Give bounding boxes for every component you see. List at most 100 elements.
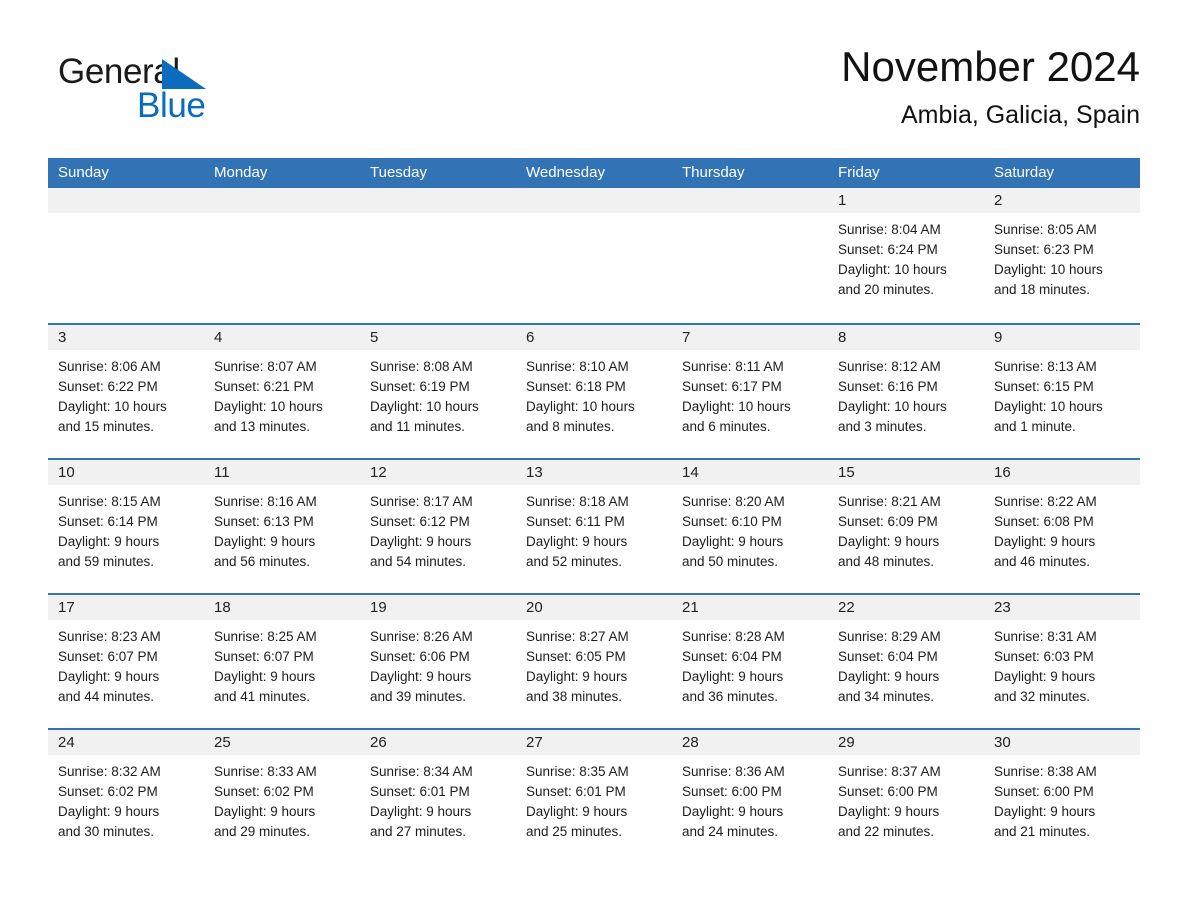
day-detail-line: Sunset: 6:23 PM	[994, 242, 1094, 257]
day-cell-23[interactable]: 23 Sunrise: 8:31 AM Sunset: 6:03 PM Dayligh…	[984, 595, 1140, 728]
day-detail-line: Sunset: 6:02 PM	[58, 784, 158, 799]
day-number-band: 24	[48, 730, 204, 755]
day-cell-25[interactable]: 25 Sunrise: 8:33 AM Sunset: 6:02 PM Dayligh…	[204, 730, 360, 863]
day-number-band: 4	[204, 325, 360, 350]
day-number-band: 6	[516, 325, 672, 350]
day-cell-3[interactable]: 3 Sunrise: 8:06 AM Sunset: 6:22 PM Daylight…	[48, 325, 204, 458]
day-number: 7	[682, 329, 691, 346]
calendar-week-row: 24 Sunrise: 8:32 AM Sunset: 6:02 PM Dayligh…	[48, 728, 1140, 863]
day-detail-line: Sunrise: 8:33 AM	[214, 764, 317, 779]
day-number-band: 22	[828, 595, 984, 620]
day-number: 8	[838, 329, 847, 346]
day-detail-line: Sunrise: 8:17 AM	[370, 494, 473, 509]
day-details	[204, 213, 360, 220]
day-detail-line: Daylight: 10 hours	[214, 399, 323, 414]
day-cell-21[interactable]: 21 Sunrise: 8:28 AM Sunset: 6:04 PM Dayligh…	[672, 595, 828, 728]
day-cell-30[interactable]: 30 Sunrise: 8:38 AM Sunset: 6:00 PM Dayligh…	[984, 730, 1140, 863]
calendar-week-row: 17 Sunrise: 8:23 AM Sunset: 6:07 PM Dayligh…	[48, 593, 1140, 728]
day-detail-line: Daylight: 9 hours	[838, 669, 940, 684]
day-cell-10[interactable]: 10 Sunrise: 8:15 AM Sunset: 6:14 PM Dayligh…	[48, 460, 204, 593]
day-detail-line: and 34 minutes.	[838, 689, 935, 704]
day-cell-8[interactable]: 8 Sunrise: 8:12 AM Sunset: 6:16 PM Daylight…	[828, 325, 984, 458]
day-number-band: 21	[672, 595, 828, 620]
weekday-header-tuesday: Tuesday	[370, 164, 427, 181]
day-detail-line: Daylight: 9 hours	[838, 804, 940, 819]
day-details: Sunrise: 8:15 AM Sunset: 6:14 PM Daylight:…	[48, 485, 204, 572]
day-number: 6	[526, 329, 535, 346]
day-details: Sunrise: 8:34 AM Sunset: 6:01 PM Daylight:…	[360, 755, 516, 842]
day-detail-line: Sunset: 6:00 PM	[994, 784, 1094, 799]
day-details: Sunrise: 8:08 AM Sunset: 6:19 PM Daylight:…	[360, 350, 516, 437]
day-detail-line: Sunrise: 8:29 AM	[838, 629, 941, 644]
day-cell-20[interactable]: 20 Sunrise: 8:27 AM Sunset: 6:05 PM Dayligh…	[516, 595, 672, 728]
weekday-header-monday: Monday	[214, 164, 268, 181]
day-details: Sunrise: 8:18 AM Sunset: 6:11 PM Daylight:…	[516, 485, 672, 572]
day-detail-line: Daylight: 10 hours	[370, 399, 479, 414]
day-cell-18[interactable]: 18 Sunrise: 8:25 AM Sunset: 6:07 PM Dayligh…	[204, 595, 360, 728]
day-details: Sunrise: 8:20 AM Sunset: 6:10 PM Daylight:…	[672, 485, 828, 572]
day-number-band	[516, 188, 672, 213]
day-detail-line: and 22 minutes.	[838, 824, 935, 839]
day-detail-line: Daylight: 10 hours	[838, 262, 947, 277]
day-cell-15[interactable]: 15 Sunrise: 8:21 AM Sunset: 6:09 PM Dayligh…	[828, 460, 984, 593]
day-cell-empty	[204, 188, 360, 323]
day-cell-4[interactable]: 4 Sunrise: 8:07 AM Sunset: 6:21 PM Daylight…	[204, 325, 360, 458]
day-detail-line: Sunrise: 8:34 AM	[370, 764, 473, 779]
day-detail-line: and 6 minutes.	[682, 419, 771, 434]
day-detail-line: Sunset: 6:03 PM	[994, 649, 1094, 664]
day-detail-line: Sunrise: 8:16 AM	[214, 494, 317, 509]
day-cell-14[interactable]: 14 Sunrise: 8:20 AM Sunset: 6:10 PM Dayligh…	[672, 460, 828, 593]
calendar-weeks: 1 Sunrise: 8:04 AM Sunset: 6:24 PM Daylight…	[48, 188, 1140, 863]
day-number: 24	[58, 734, 75, 751]
day-detail-line: Daylight: 10 hours	[994, 262, 1103, 277]
day-detail-line: Daylight: 9 hours	[994, 534, 1096, 549]
day-cell-6[interactable]: 6 Sunrise: 8:10 AM Sunset: 6:18 PM Daylight…	[516, 325, 672, 458]
day-number: 25	[214, 734, 231, 751]
day-cell-24[interactable]: 24 Sunrise: 8:32 AM Sunset: 6:02 PM Dayligh…	[48, 730, 204, 863]
day-cell-13[interactable]: 13 Sunrise: 8:18 AM Sunset: 6:11 PM Dayligh…	[516, 460, 672, 593]
day-detail-line: Daylight: 9 hours	[526, 534, 628, 549]
day-detail-line: and 38 minutes.	[526, 689, 623, 704]
day-detail-line: Daylight: 9 hours	[370, 534, 472, 549]
day-detail-line: and 56 minutes.	[214, 554, 311, 569]
day-cell-22[interactable]: 22 Sunrise: 8:29 AM Sunset: 6:04 PM Dayligh…	[828, 595, 984, 728]
day-detail-line: Sunset: 6:01 PM	[526, 784, 626, 799]
generalblue-logo[interactable]: General Blue	[58, 52, 278, 136]
day-details: Sunrise: 8:28 AM Sunset: 6:04 PM Daylight:…	[672, 620, 828, 707]
day-cell-16[interactable]: 16 Sunrise: 8:22 AM Sunset: 6:08 PM Dayligh…	[984, 460, 1140, 593]
day-cell-1[interactable]: 1 Sunrise: 8:04 AM Sunset: 6:24 PM Daylight…	[828, 188, 984, 323]
day-cell-28[interactable]: 28 Sunrise: 8:36 AM Sunset: 6:00 PM Dayligh…	[672, 730, 828, 863]
day-detail-line: Sunset: 6:15 PM	[994, 379, 1094, 394]
day-details: Sunrise: 8:26 AM Sunset: 6:06 PM Daylight:…	[360, 620, 516, 707]
day-details: Sunrise: 8:31 AM Sunset: 6:03 PM Daylight:…	[984, 620, 1140, 707]
day-cell-9[interactable]: 9 Sunrise: 8:13 AM Sunset: 6:15 PM Daylight…	[984, 325, 1140, 458]
day-number: 26	[370, 734, 387, 751]
day-number-band: 30	[984, 730, 1140, 755]
day-number: 23	[994, 599, 1011, 616]
day-number-band: 19	[360, 595, 516, 620]
day-cell-12[interactable]: 12 Sunrise: 8:17 AM Sunset: 6:12 PM Dayligh…	[360, 460, 516, 593]
day-detail-line: Sunset: 6:12 PM	[370, 514, 470, 529]
day-number-band	[672, 188, 828, 213]
day-detail-line: Daylight: 10 hours	[526, 399, 635, 414]
day-cell-26[interactable]: 26 Sunrise: 8:34 AM Sunset: 6:01 PM Dayligh…	[360, 730, 516, 863]
day-cell-29[interactable]: 29 Sunrise: 8:37 AM Sunset: 6:00 PM Dayligh…	[828, 730, 984, 863]
day-details	[48, 213, 204, 220]
day-cell-17[interactable]: 17 Sunrise: 8:23 AM Sunset: 6:07 PM Dayligh…	[48, 595, 204, 728]
day-detail-line: Sunrise: 8:18 AM	[526, 494, 629, 509]
day-detail-line: Daylight: 9 hours	[682, 669, 784, 684]
calendar-week-row: 3 Sunrise: 8:06 AM Sunset: 6:22 PM Daylight…	[48, 323, 1140, 458]
day-cell-7[interactable]: 7 Sunrise: 8:11 AM Sunset: 6:17 PM Daylight…	[672, 325, 828, 458]
day-cell-2[interactable]: 2 Sunrise: 8:05 AM Sunset: 6:23 PM Daylight…	[984, 188, 1140, 323]
day-number: 1	[838, 192, 847, 209]
day-number: 12	[370, 464, 387, 481]
calendar-grid: Sunday Monday Tuesday Wednesday Thursday Frid…	[48, 158, 1140, 863]
day-detail-line: Daylight: 9 hours	[682, 804, 784, 819]
day-cell-27[interactable]: 27 Sunrise: 8:35 AM Sunset: 6:01 PM Dayligh…	[516, 730, 672, 863]
day-detail-line: Daylight: 9 hours	[214, 534, 316, 549]
day-cell-11[interactable]: 11 Sunrise: 8:16 AM Sunset: 6:13 PM Dayligh…	[204, 460, 360, 593]
day-cell-5[interactable]: 5 Sunrise: 8:08 AM Sunset: 6:19 PM Daylight…	[360, 325, 516, 458]
day-detail-line: Sunset: 6:08 PM	[994, 514, 1094, 529]
day-cell-19[interactable]: 19 Sunrise: 8:26 AM Sunset: 6:06 PM Dayligh…	[360, 595, 516, 728]
day-number: 18	[214, 599, 231, 616]
